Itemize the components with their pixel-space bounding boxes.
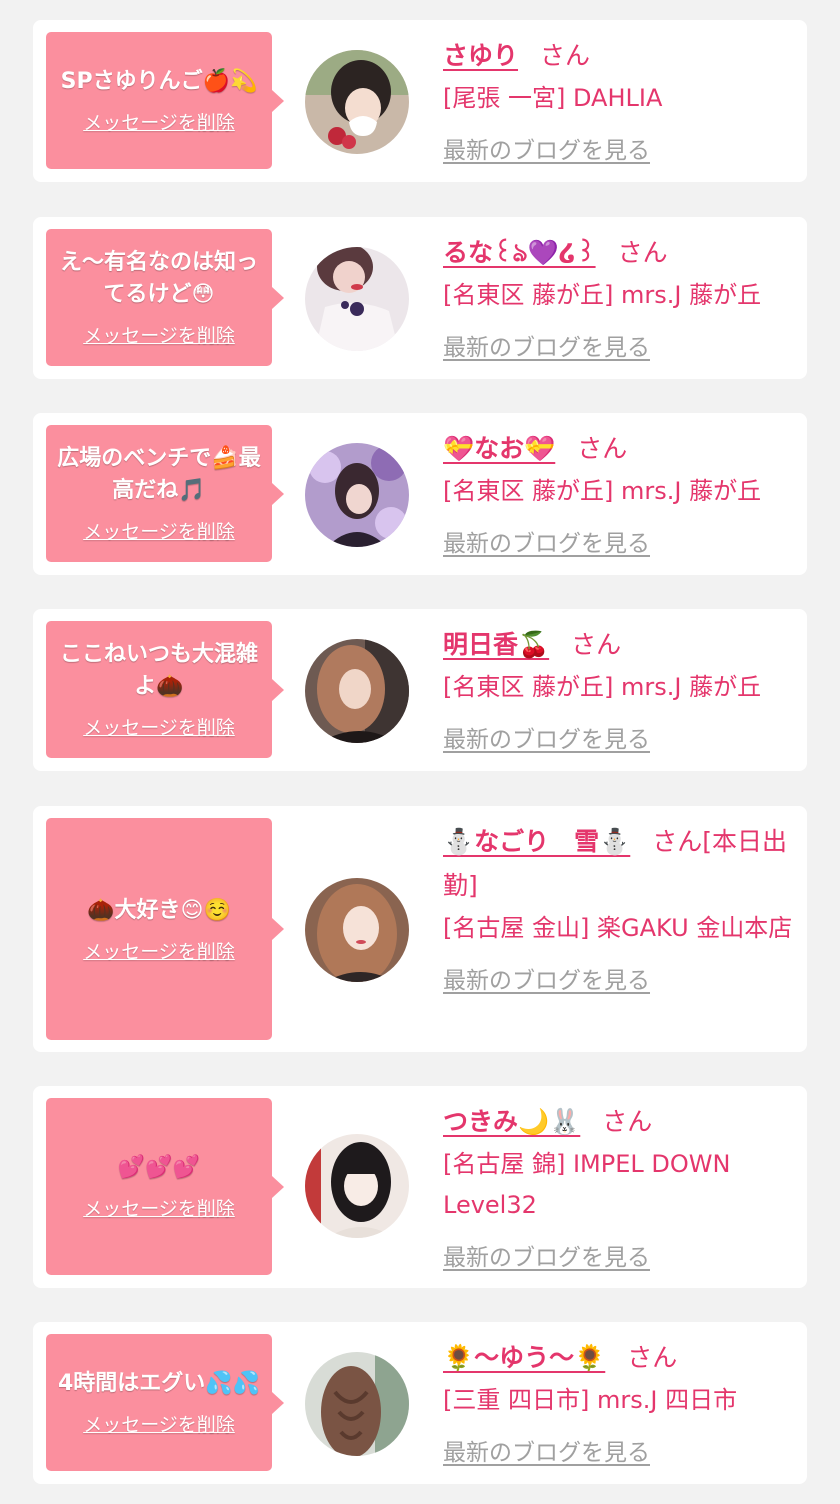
list-item: え〜有名なのは知ってるけど😳 メッセージを削除 るな꒰ঌ💜໒꒱ さん [名東区 藤… bbox=[33, 217, 807, 379]
latest-blog-link[interactable]: 最新のブログを見る bbox=[443, 328, 650, 362]
list-item: SPさゆりんご🍎💫 メッセージを削除 さゆり さん [尾張 一宮] DAHLIA … bbox=[33, 20, 807, 182]
avatar[interactable] bbox=[305, 1134, 409, 1238]
shop-label: [名東区 藤が丘] mrs.J 藤が丘 bbox=[443, 673, 762, 701]
avatar[interactable] bbox=[305, 443, 409, 547]
message-bubble: ここねいつも大混雑よ🌰 メッセージを削除 bbox=[46, 621, 284, 758]
honorific: さん bbox=[602, 1107, 653, 1136]
delete-message-link[interactable]: メッセージを削除 bbox=[83, 108, 235, 135]
delete-message-link[interactable]: メッセージを削除 bbox=[83, 937, 235, 964]
latest-blog-link[interactable]: 最新のブログを見る bbox=[443, 961, 650, 995]
honorific: さん bbox=[627, 1343, 678, 1372]
message-text: 広場のベンチで🍰最高だね🎵 bbox=[57, 446, 261, 503]
message-bubble: 広場のベンチで🍰最高だね🎵 メッセージを削除 bbox=[46, 425, 284, 562]
delete-message-link[interactable]: メッセージを削除 bbox=[83, 1410, 235, 1437]
latest-blog-link[interactable]: 最新のブログを見る bbox=[443, 524, 650, 558]
shop-label: [名東区 藤が丘] mrs.J 藤が丘 bbox=[443, 281, 762, 309]
cast-name-link[interactable]: ⛄なごり 雪⛄ bbox=[443, 827, 630, 856]
list-item: 💕💕💕 メッセージを削除 つきみ🌙🐰 さん [名古屋 錦] IMPEL DOWN … bbox=[33, 1086, 807, 1288]
message-bubble: 4時間はエグい💦💦 メッセージを削除 bbox=[46, 1334, 284, 1471]
shop-label: [尾張 一宮] DAHLIA bbox=[443, 84, 663, 112]
avatar[interactable] bbox=[305, 639, 409, 743]
avatar[interactable] bbox=[305, 878, 409, 982]
cast-name-link[interactable]: 🌻〜ゆう〜🌻 bbox=[443, 1343, 605, 1372]
cast-name-link[interactable]: 明日香🍒 bbox=[443, 630, 549, 659]
latest-blog-link[interactable]: 最新のブログを見る bbox=[443, 131, 650, 165]
latest-blog-link[interactable]: 最新のブログを見る bbox=[443, 1433, 650, 1467]
latest-blog-link[interactable]: 最新のブログを見る bbox=[443, 1238, 650, 1272]
shop-label: [名東区 藤が丘] mrs.J 藤が丘 bbox=[443, 477, 762, 505]
message-text: SPさゆりんご🍎💫 bbox=[60, 69, 258, 94]
delete-message-link[interactable]: メッセージを削除 bbox=[83, 713, 235, 740]
name-row: さゆり さん bbox=[443, 34, 793, 78]
profile-info: 🌻〜ゆう〜🌻 さん [三重 四日市] mrs.J 四日市 最新のブログを見る bbox=[443, 1336, 793, 1467]
message-text: え〜有名なのは知ってるけど😳 bbox=[59, 250, 258, 307]
delete-message-link[interactable]: メッセージを削除 bbox=[83, 321, 235, 348]
message-text: 💕💕💕 bbox=[117, 1155, 201, 1180]
delete-message-link[interactable]: メッセージを削除 bbox=[83, 517, 235, 544]
message-text: ここねいつも大混雑よ🌰 bbox=[59, 642, 258, 699]
shop-label: [三重 四日市] mrs.J 四日市 bbox=[443, 1386, 738, 1414]
profile-info: つきみ🌙🐰 さん [名古屋 錦] IMPEL DOWN Level32 最新のブロ… bbox=[443, 1100, 793, 1272]
list-item: 広場のベンチで🍰最高だね🎵 メッセージを削除 💝なお💝 さん [名東区 藤が丘] … bbox=[33, 413, 807, 575]
cast-name-link[interactable]: るな꒰ঌ💜໒꒱ bbox=[443, 238, 596, 267]
shop-label: [名古屋 錦] IMPEL DOWN Level32 bbox=[443, 1150, 731, 1219]
honorific: さん bbox=[571, 630, 622, 659]
message-bubble: 🌰大好き😊☺️ メッセージを削除 bbox=[46, 818, 284, 1040]
cast-name-link[interactable]: 💝なお💝 bbox=[443, 434, 555, 463]
list-item: 🌰大好き😊☺️ メッセージを削除 ⛄なごり 雪⛄ さん[本日出勤] [名古屋 金山… bbox=[33, 806, 807, 1052]
delete-message-link[interactable]: メッセージを削除 bbox=[83, 1194, 235, 1221]
cast-name-link[interactable]: つきみ🌙🐰 bbox=[443, 1107, 580, 1136]
honorific: さん bbox=[540, 41, 591, 70]
name-row: るな꒰ঌ💜໒꒱ さん bbox=[443, 231, 793, 275]
profile-info: 明日香🍒 さん [名東区 藤が丘] mrs.J 藤が丘 最新のブログを見る bbox=[443, 623, 793, 754]
name-row: ⛄なごり 雪⛄ さん[本日出勤] bbox=[443, 820, 793, 908]
name-row: 💝なお💝 さん bbox=[443, 427, 793, 471]
message-text: 🌰大好き😊☺️ bbox=[87, 897, 231, 923]
message-bubble: SPさゆりんご🍎💫 メッセージを削除 bbox=[46, 32, 284, 169]
cast-name-link[interactable]: さゆり bbox=[443, 41, 518, 70]
avatar[interactable] bbox=[305, 1352, 409, 1456]
avatar[interactable] bbox=[305, 50, 409, 154]
shop-label: [名古屋 金山] 楽GAKU 金山本店 bbox=[443, 914, 793, 942]
honorific: さん bbox=[577, 434, 628, 463]
profile-info: るな꒰ঌ💜໒꒱ さん [名東区 藤が丘] mrs.J 藤が丘 最新のブログを見る bbox=[443, 231, 793, 362]
profile-info: さゆり さん [尾張 一宮] DAHLIA 最新のブログを見る bbox=[443, 34, 793, 165]
latest-blog-link[interactable]: 最新のブログを見る bbox=[443, 720, 650, 754]
message-bubble: え〜有名なのは知ってるけど😳 メッセージを削除 bbox=[46, 229, 284, 366]
profile-info: ⛄なごり 雪⛄ さん[本日出勤] [名古屋 金山] 楽GAKU 金山本店 最新のブ… bbox=[443, 820, 793, 995]
list-item: ここねいつも大混雑よ🌰 メッセージを削除 明日香🍒 さん [名東区 藤が丘] mr… bbox=[33, 609, 807, 771]
list-item: 4時間はエグい💦💦 メッセージを削除 🌻〜ゆう〜🌻 さん [三重 四日市] mrs… bbox=[33, 1322, 807, 1484]
honorific: さん bbox=[617, 238, 668, 267]
name-row: 明日香🍒 さん bbox=[443, 623, 793, 667]
message-text: 4時間はエグい💦💦 bbox=[57, 1371, 261, 1396]
profile-info: 💝なお💝 さん [名東区 藤が丘] mrs.J 藤が丘 最新のブログを見る bbox=[443, 427, 793, 558]
name-row: 🌻〜ゆう〜🌻 さん bbox=[443, 1336, 793, 1380]
message-bubble: 💕💕💕 メッセージを削除 bbox=[46, 1098, 284, 1275]
name-row: つきみ🌙🐰 さん bbox=[443, 1100, 793, 1144]
avatar[interactable] bbox=[305, 247, 409, 351]
